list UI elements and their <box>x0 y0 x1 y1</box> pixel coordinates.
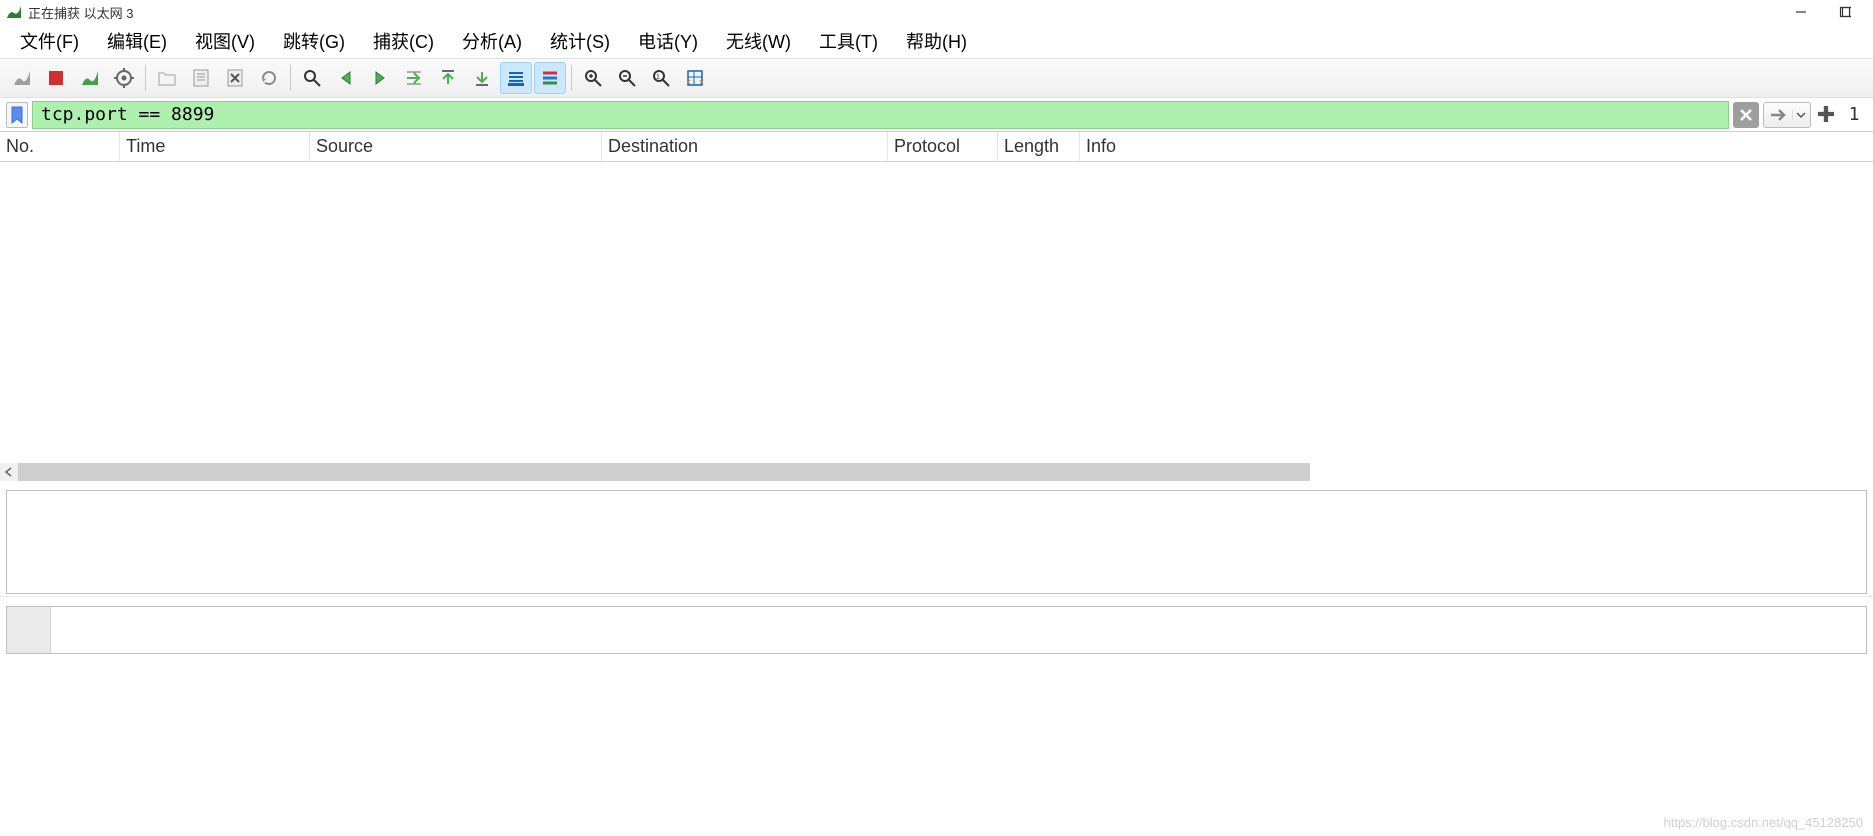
watermark: https://blog.csdn.net/qq_45128250 <box>1664 815 1864 830</box>
save-file-button[interactable] <box>185 62 217 94</box>
menu-edit[interactable]: 编辑(E) <box>93 24 181 58</box>
column-header-info[interactable]: Info <box>1080 132 1873 161</box>
toolbar-separator <box>145 65 146 91</box>
capture-options-button[interactable] <box>108 62 140 94</box>
zoom-out-button[interactable] <box>611 62 643 94</box>
packet-details-pane[interactable] <box>6 490 1867 594</box>
menu-wireless[interactable]: 无线(W) <box>712 24 805 58</box>
packet-list-header: No. Time Source Destination Protocol Len… <box>0 132 1873 162</box>
zoom-in-button[interactable] <box>577 62 609 94</box>
colorize-button[interactable] <box>534 62 566 94</box>
pane-splitter[interactable] <box>0 596 1873 604</box>
minimize-button[interactable] <box>1779 0 1823 24</box>
hscroll-track[interactable] <box>18 463 1873 481</box>
pane-splitter[interactable] <box>0 480 1873 488</box>
filter-bookmark-button[interactable] <box>6 102 28 128</box>
restart-capture-button[interactable] <box>74 62 106 94</box>
menu-go[interactable]: 跳转(G) <box>269 24 359 58</box>
go-back-button[interactable] <box>330 62 362 94</box>
filter-add-button[interactable]: ✚ <box>1815 102 1837 128</box>
menu-telephony[interactable]: 电话(Y) <box>624 24 712 58</box>
go-last-button[interactable] <box>466 62 498 94</box>
menu-statistics[interactable]: 统计(S) <box>536 24 624 58</box>
maximize-button[interactable] <box>1823 0 1867 24</box>
menu-tools[interactable]: 工具(T) <box>805 24 892 58</box>
column-header-length[interactable]: Length <box>998 132 1080 161</box>
start-capture-button[interactable] <box>6 62 38 94</box>
menu-view[interactable]: 视图(V) <box>181 24 269 58</box>
filter-expression-count: 1 <box>1841 104 1867 125</box>
display-filter-input[interactable] <box>32 101 1729 129</box>
menu-file[interactable]: 文件(F) <box>6 24 93 58</box>
column-header-no[interactable]: No. <box>0 132 120 161</box>
column-header-destination[interactable]: Destination <box>602 132 888 161</box>
resize-columns-button[interactable] <box>679 62 711 94</box>
menubar: 文件(F) 编辑(E) 视图(V) 跳转(G) 捕获(C) 分析(A) 统计(S… <box>0 24 1873 58</box>
column-header-protocol[interactable]: Protocol <box>888 132 998 161</box>
bytes-pane-tab[interactable] <box>7 607 51 653</box>
auto-scroll-button[interactable] <box>500 62 532 94</box>
go-first-button[interactable] <box>432 62 464 94</box>
find-button[interactable] <box>296 62 328 94</box>
menu-capture[interactable]: 捕获(C) <box>359 24 448 58</box>
menu-analyze[interactable]: 分析(A) <box>448 24 536 58</box>
go-to-packet-button[interactable] <box>398 62 430 94</box>
go-forward-button[interactable] <box>364 62 396 94</box>
zoom-reset-button[interactable]: 1 <box>645 62 677 94</box>
svg-text:1: 1 <box>656 74 660 81</box>
toolbar-separator <box>571 65 572 91</box>
close-file-button[interactable] <box>219 62 251 94</box>
filter-clear-button[interactable] <box>1733 102 1759 128</box>
packet-list-body[interactable] <box>0 162 1873 462</box>
hscroll-left-button[interactable] <box>0 463 18 481</box>
column-header-time[interactable]: Time <box>120 132 310 161</box>
hscroll-thumb[interactable] <box>18 463 1310 481</box>
stop-capture-button[interactable] <box>40 62 72 94</box>
toolbar-separator <box>290 65 291 91</box>
packet-bytes-pane[interactable] <box>6 606 1867 654</box>
menu-help[interactable]: 帮助(H) <box>892 24 981 58</box>
column-header-source[interactable]: Source <box>310 132 602 161</box>
filter-bar: ✚ 1 <box>0 98 1873 132</box>
reload-file-button[interactable] <box>253 62 285 94</box>
packet-list-hscroll[interactable] <box>0 462 1873 480</box>
app-icon <box>6 4 22 20</box>
window-title: 正在捕获 以太网 3 <box>28 3 133 22</box>
titlebar: 正在捕获 以太网 3 <box>0 0 1873 24</box>
filter-history-dropdown[interactable] <box>1792 110 1808 120</box>
open-file-button[interactable] <box>151 62 183 94</box>
filter-apply-button[interactable] <box>1763 102 1811 128</box>
toolbar: 1 <box>0 58 1873 98</box>
